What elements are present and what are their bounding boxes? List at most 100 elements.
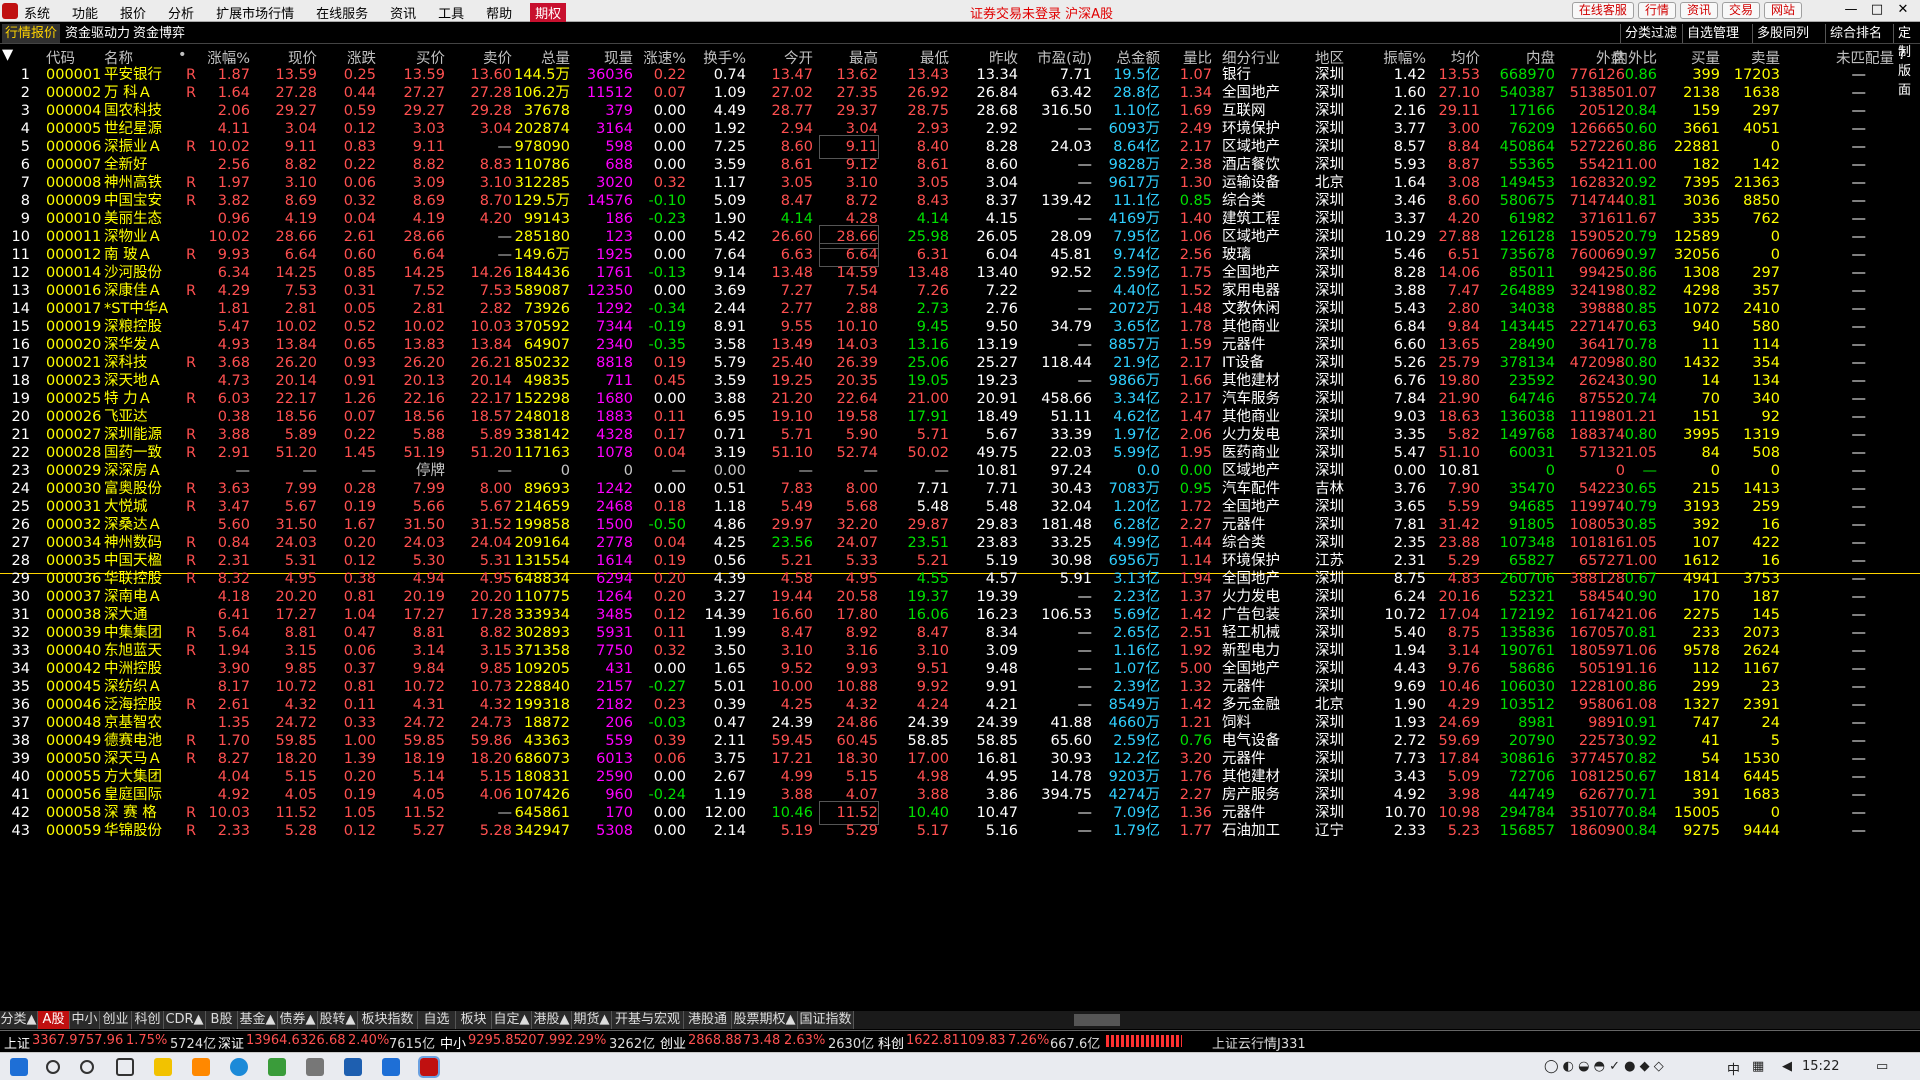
stock-name[interactable]: 华锦股份: [104, 820, 172, 842]
market-tab[interactable]: 股转▲: [318, 1011, 358, 1029]
menu-item[interactable]: 系统: [24, 3, 50, 22]
app-icon[interactable]: [268, 1058, 286, 1076]
market-tab[interactable]: 自定▲: [492, 1011, 532, 1029]
network-icon[interactable]: ▦: [1752, 1059, 1764, 1074]
market-tab[interactable]: 分类▲: [0, 1011, 38, 1029]
sh-amount: 5724亿: [170, 1037, 217, 1052]
market-tab[interactable]: 科创: [132, 1011, 164, 1029]
help-icon[interactable]: ?: [1898, 47, 1906, 63]
pe-ratio: —: [1077, 823, 1093, 839]
market-tab[interactable]: A股: [38, 1011, 70, 1029]
market-tab[interactable]: 板块指数: [358, 1011, 418, 1029]
windows-start-icon[interactable]: [10, 1058, 28, 1076]
volume-icon[interactable]: ◀: [1782, 1059, 1792, 1074]
market-tab[interactable]: 股票期权▲: [732, 1011, 798, 1029]
toolbar-button[interactable]: 多股同列: [1752, 24, 1813, 43]
horizontal-scrollbar[interactable]: [1074, 1014, 1120, 1026]
clock[interactable]: 15:22: [1802, 1059, 1839, 1074]
cy-label[interactable]: 创业: [660, 1033, 686, 1052]
menu-item[interactable]: 帮助: [486, 3, 512, 22]
market-tab[interactable]: 港股▲: [532, 1011, 572, 1029]
view-tab[interactable]: 资金博弈: [130, 24, 188, 43]
top-button[interactable]: 在线客服: [1571, 2, 1634, 19]
market-tab[interactable]: 债券▲: [278, 1011, 318, 1029]
toolbar-button[interactable]: 综合排名: [1825, 24, 1886, 43]
kc-pct: 7.26%: [1008, 1033, 1050, 1048]
market-tab[interactable]: 自选: [418, 1011, 456, 1029]
volume-ratio: 1.77: [1179, 823, 1212, 839]
index-status-bar: 上证 3367.97 57.96 1.75% 5724亿 深证 13964.6 …: [0, 1030, 1920, 1052]
store-icon[interactable]: [192, 1058, 210, 1076]
column-header[interactable]: •: [178, 47, 192, 63]
maximize-icon[interactable]: □: [1864, 2, 1890, 17]
menu-item[interactable]: 分析: [168, 3, 194, 22]
top-right-buttons: 在线客服 行情 资讯 交易 网站: [1568, 2, 1802, 19]
menu-item[interactable]: 在线服务: [316, 3, 368, 22]
toolbar-button[interactable]: 定制版面: [1893, 24, 1920, 98]
zx-amount: 3262亿: [609, 1037, 656, 1052]
top-button[interactable]: 行情: [1637, 2, 1676, 19]
menu-item[interactable]: 资讯: [390, 3, 416, 22]
table-row[interactable]: 43 000059 华锦股份 R 2.33 5.28 0.12 5.27 5.28 342947 5…: [0, 822, 1920, 844]
cortana-icon[interactable]: [80, 1060, 94, 1074]
view-tab[interactable]: 行情报价: [2, 24, 61, 43]
zx-index: 9295.85: [468, 1033, 522, 1048]
menu-item[interactable]: 期权: [530, 3, 567, 22]
toolbar-button[interactable]: 分类过滤: [1620, 24, 1681, 43]
ask-price: 5.28: [479, 823, 512, 839]
market-tab[interactable]: B股: [206, 1011, 238, 1029]
margin-flag: R: [186, 571, 197, 587]
toolbar-button[interactable]: 自选管理: [1682, 24, 1743, 43]
search-icon[interactable]: [46, 1060, 60, 1074]
close-icon[interactable]: ✕: [1890, 2, 1916, 17]
zx-label[interactable]: 中小: [440, 1033, 466, 1052]
last-volume: 5308: [596, 823, 633, 839]
market-tab[interactable]: 期货▲: [572, 1011, 612, 1029]
market-tab[interactable]: 板块▲: [456, 1011, 492, 1045]
notification-icon[interactable]: ▭: [1876, 1059, 1888, 1074]
ime-indicator[interactable]: 中: [1727, 1059, 1740, 1078]
sz-label[interactable]: 深证: [218, 1033, 244, 1052]
avg-price: 5.23: [1447, 823, 1480, 839]
market-tab[interactable]: 开基与宏观▲: [612, 1011, 684, 1045]
menu-item[interactable]: 扩展市场行情: [216, 3, 294, 22]
tray-icons[interactable]: ◯ ◐ ◒ ◓ ✓ ● ◆ ◇: [1544, 1059, 1664, 1074]
cy-index: 2868.88: [688, 1033, 742, 1048]
app-icon[interactable]: [382, 1058, 400, 1076]
file-explorer-icon[interactable]: [154, 1058, 172, 1076]
app-icon[interactable]: [306, 1058, 324, 1076]
sz-pct: 2.40%: [348, 1033, 390, 1048]
stock-app-icon[interactable]: [418, 1056, 440, 1078]
minimize-icon[interactable]: —: [1838, 2, 1864, 17]
bid-price: 5.27: [412, 823, 445, 839]
sh-label[interactable]: 上证: [4, 1033, 30, 1052]
amplitude-pct: 2.33: [1393, 823, 1426, 839]
app-logo-icon: [2, 3, 18, 19]
sort-down-icon[interactable]: ▼: [2, 47, 30, 63]
market-tab[interactable]: CDR▲: [164, 1011, 206, 1029]
kc-change: 109.83: [960, 1033, 1006, 1048]
top-button[interactable]: 交易: [1721, 2, 1760, 19]
kc-label[interactable]: 科创: [878, 1033, 904, 1052]
server-name[interactable]: 上证云行情J331: [1212, 1033, 1306, 1052]
top-button[interactable]: 资讯: [1679, 2, 1718, 19]
market-tab[interactable]: 创业: [100, 1011, 132, 1029]
market-tab[interactable]: 中小: [70, 1011, 100, 1029]
task-view-icon[interactable]: [116, 1058, 134, 1076]
top-button[interactable]: 网站: [1763, 2, 1802, 19]
menu-item[interactable]: 功能: [72, 3, 98, 22]
stock-code[interactable]: 000059: [46, 820, 101, 842]
view-tab[interactable]: 资金驱动力: [62, 24, 133, 43]
industry[interactable]: 石油加工: [1222, 820, 1292, 842]
menu-item[interactable]: 工具: [438, 3, 464, 22]
app-icon[interactable]: [344, 1058, 362, 1076]
market-tab[interactable]: 基金▲: [238, 1011, 278, 1029]
edge-browser-icon[interactable]: [230, 1058, 248, 1076]
market-tab[interactable]: 国证指数: [798, 1011, 854, 1029]
margin-flag: R: [186, 283, 197, 299]
main-menu: 系统 功能 报价 分析 扩展市场行情 在线服务 资讯 工具 帮助 期权: [24, 3, 588, 22]
menu-item[interactable]: 报价: [120, 3, 146, 22]
menu-bar: 系统 功能 报价 分析 扩展市场行情 在线服务 资讯 工具 帮助 期权 证券交易未登录 沪深A股 …: [0, 0, 1920, 22]
change-pct: 2.33: [217, 823, 250, 839]
market-tab[interactable]: 港股通: [684, 1011, 732, 1029]
